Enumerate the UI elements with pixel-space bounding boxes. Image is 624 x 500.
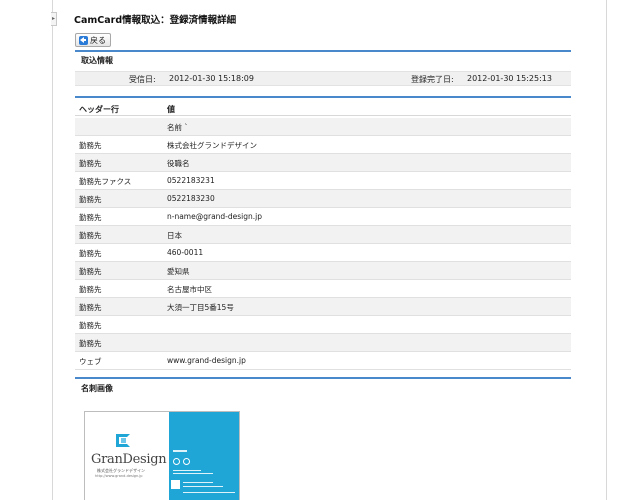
row-value: 大須一丁目5番15号 [167, 303, 234, 312]
card-text-line [183, 482, 213, 483]
receipt-row: 受信日: 2012-01-30 15:18:09 登録完了日: 2012-01-… [75, 71, 571, 86]
section-divider [75, 50, 571, 52]
row-value: 0522183231 [167, 176, 215, 185]
table-row: ウェブ www.grand-design.jp [75, 352, 571, 370]
card-circle-icon [183, 458, 190, 465]
row-value: 日本 [167, 231, 182, 240]
back-button[interactable]: 戻る [75, 33, 111, 47]
row-value: 0522183230 [167, 194, 215, 203]
row-key: 勤務先 [79, 285, 102, 294]
table-header: ヘッダー行 値 [75, 102, 571, 116]
received-date-value: 2012-01-30 15:18:09 [169, 74, 254, 83]
table-row: 名前 ` [75, 118, 571, 136]
row-key: ウェブ [79, 357, 102, 366]
column-header-key: ヘッダー行 [79, 105, 119, 114]
table-row: 勤務先 日本 [75, 226, 571, 244]
row-key: 勤務先 [79, 303, 102, 312]
section-divider [75, 377, 571, 379]
table-row: 勤務先 大須一丁目5番15号 [75, 298, 571, 316]
row-key: 勤務先 [79, 231, 102, 240]
row-value: n-name@grand-design.jp [167, 212, 262, 221]
business-card-image: GranDesign 株式会社グランドデザイン http://www.grand… [84, 411, 240, 500]
row-key: 勤務先 [79, 321, 102, 330]
row-key: 勤務先 [79, 213, 102, 222]
row-value: 役職名 [167, 159, 190, 168]
row-value: 株式会社グランドデザイン [167, 141, 257, 150]
qr-code-icon [171, 480, 180, 489]
row-value: 愛知県 [167, 267, 190, 276]
row-value: 460-0011 [167, 248, 204, 257]
card-text-line [183, 486, 223, 487]
row-key: 勤務先 [79, 249, 102, 258]
row-value: 名古屋市中区 [167, 285, 212, 294]
card-brand: GranDesign [91, 452, 167, 467]
received-date-label: 受信日: [129, 75, 156, 84]
left-gutter [0, 0, 55, 500]
row-key: 勤務先 [79, 159, 102, 168]
table-row: 勤務先 n-name@grand-design.jp [75, 208, 571, 226]
row-key: 勤務先 [79, 267, 102, 276]
card-text-line [173, 473, 213, 474]
table-row: 勤務先 [75, 334, 571, 352]
card-info-panel [169, 412, 239, 500]
arrow-left-icon [79, 35, 88, 45]
card-text-line [173, 470, 201, 471]
company-logo-icon [116, 434, 130, 447]
row-value: www.grand-design.jp [167, 356, 246, 365]
table-row: 勤務先ファクス 0522183231 [75, 172, 571, 190]
card-front: GranDesign 株式会社グランドデザイン http://www.grand… [85, 412, 169, 500]
row-key: 勤務先 [79, 195, 102, 204]
card-circle-icon [173, 458, 180, 465]
table-row: 勤務先 460-0011 [75, 244, 571, 262]
table-row: 勤務先 名古屋市中区 [75, 280, 571, 298]
table-row: 勤務先 株式会社グランドデザイン [75, 136, 571, 154]
card-section-title: 名刺画像 [81, 384, 113, 393]
card-brand-url: http://www.grand-design.jp [95, 474, 143, 478]
card-text-line [173, 450, 187, 452]
table-row: 勤務先 役職名 [75, 154, 571, 172]
sidebar-toggle-chevron-right-icon[interactable]: ▸ [51, 12, 57, 26]
back-button-label: 戻る [90, 35, 106, 45]
page-title: CamCard情報取込：登録済情報詳細 [74, 15, 237, 26]
row-key: 勤務先 [79, 141, 102, 150]
card-text-line [183, 492, 235, 493]
row-value: 名前 ` [167, 123, 189, 132]
row-key: 勤務先 [79, 339, 102, 348]
table-row: 勤務先 愛知県 [75, 262, 571, 280]
section-divider [75, 96, 571, 98]
detail-table: 名前 ` 勤務先 株式会社グランドデザイン 勤務先 役職名 勤務先ファクス 05221… [75, 118, 571, 370]
table-row: 勤務先 0522183230 [75, 190, 571, 208]
left-border [52, 0, 53, 500]
right-border [606, 0, 607, 500]
column-header-value: 値 [167, 105, 175, 114]
receipt-section-title: 取込情報 [81, 56, 113, 65]
registered-date-value: 2012-01-30 15:25:13 [467, 74, 552, 83]
row-key: 勤務先ファクス [79, 177, 132, 186]
table-row: 勤務先 [75, 316, 571, 334]
registered-date-label: 登録完了日: [411, 75, 454, 84]
